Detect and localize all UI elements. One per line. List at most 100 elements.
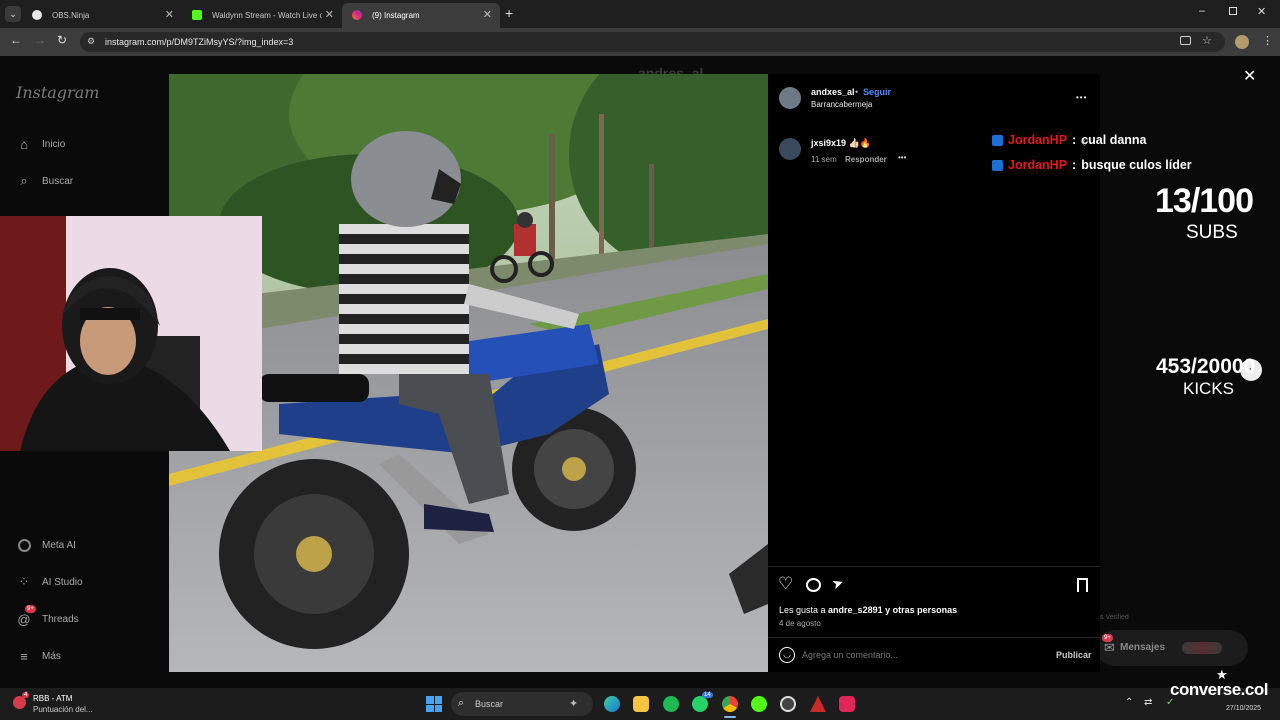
taskbar-search-box[interactable]: ⌕ Buscar ✦ <box>451 692 593 716</box>
chat-username: JordanHP <box>1008 158 1068 172</box>
chat-message: busque culos líder <box>1081 158 1192 172</box>
kicks-goal-label: KICKS <box>1183 379 1235 398</box>
meta-ai-icon <box>16 537 32 553</box>
chat-separator: : <box>1072 158 1077 172</box>
ai-studio-icon: ⁘ <box>18 574 30 589</box>
browser-tab-bar: ⌄ OBS.Ninja ✕ Waldynn Stream - Watch Liv… <box>0 0 1280 28</box>
tab-instagram[interactable]: (9) Instagram ✕ <box>342 3 500 28</box>
browser-menu-icon[interactable]: ⋮ <box>1262 34 1273 47</box>
publish-button[interactable]: Publicar <box>1056 650 1092 660</box>
notification-widget[interactable]: 4 RBB - ATM Puntuación del... <box>10 691 120 717</box>
whatsapp-icon[interactable] <box>692 696 708 712</box>
chat-separator: : <box>1072 133 1077 147</box>
chat-username: JordanHP <box>1008 133 1068 147</box>
site-info-icon[interactable]: ⚙ <box>87 36 95 47</box>
follow-button[interactable]: Seguir <box>863 87 891 97</box>
menu-icon: ≡ <box>20 648 28 664</box>
comment-bubble-icon[interactable] <box>806 578 821 592</box>
kicks-goal-value: 453/20000 <box>1156 355 1256 378</box>
commenter-username[interactable]: jxsi9x19 <box>811 138 846 148</box>
new-tab-button[interactable]: + <box>505 5 513 21</box>
comment-more-icon[interactable]: ••• <box>898 153 906 162</box>
tab-list-dropdown-button[interactable]: ⌄ <box>5 6 21 22</box>
reload-icon[interactable]: ↻ <box>57 33 67 47</box>
home-icon: ⌂ <box>20 136 28 152</box>
likes-suffix: y otras personas <box>882 605 958 615</box>
chrome-icon[interactable] <box>722 696 738 712</box>
notification-badge: 4 <box>22 692 30 698</box>
webcam-feed <box>0 216 262 451</box>
comment-text-row: jxsi9x19 👍🏻🔥 <box>811 138 871 149</box>
restore-icon[interactable] <box>1229 7 1237 15</box>
url-text: instagram.com/p/DM9TZiMsyYS/?img_index=3 <box>105 37 294 47</box>
threads-badge: 9+ <box>25 605 36 613</box>
likes-user[interactable]: andre_s2891 <box>828 605 883 615</box>
tab-obs-ninja[interactable]: OBS.Ninja ✕ <box>22 3 182 28</box>
tiktok-icon[interactable] <box>839 696 855 712</box>
sidebar-item-label: Buscar <box>42 175 74 187</box>
likes-summary: Les gusta a andre_s2891 y otras personas <box>779 605 957 615</box>
like-heart-icon[interactable]: ♡ <box>778 574 793 594</box>
comment-text: 👍🏻🔥 <box>848 138 871 148</box>
edge-icon[interactable] <box>604 696 620 712</box>
tray-app-icon[interactable]: ⇄ <box>1144 697 1152 708</box>
comment-input[interactable] <box>802 648 1042 662</box>
sidebar-item-label: Inicio <box>42 138 66 150</box>
brand-star-icon: ★ <box>1216 667 1228 682</box>
close-modal-icon[interactable]: ✕ <box>1243 66 1256 86</box>
sidebar-item-ai-studio[interactable]: ⁘ AI Studio <box>16 574 83 590</box>
post-location[interactable]: Barrancabermeja <box>811 100 872 109</box>
emoji-icon[interactable]: ◡ <box>779 647 795 663</box>
bookmark-star-icon[interactable]: ☆ <box>1202 34 1212 47</box>
browser-toolbar: ← → ↻ ⚙ instagram.com/p/DM9TZiMsyYS/?img… <box>0 28 1280 56</box>
messages-avatars <box>1182 642 1222 654</box>
likes-prefix: Les gusta a <box>779 605 829 615</box>
close-tab-icon[interactable]: ✕ <box>483 8 492 21</box>
minimize-icon[interactable]: – <box>1199 5 1205 17</box>
kick-app-icon[interactable] <box>751 696 767 712</box>
stream-chat-message: JordanHP : cual danna <box>992 133 1147 147</box>
author-username[interactable]: andxes_al <box>811 87 855 97</box>
more-options-icon[interactable]: ••• <box>1076 93 1087 102</box>
comment-reply-button[interactable]: Responder <box>845 155 887 164</box>
tab-kick-stream[interactable]: Waldynn Stream - Watch Live o ✕ <box>182 3 342 28</box>
messages-bar[interactable]: ✉ 9+ Mensajes <box>1096 630 1248 666</box>
taskbar-search-placeholder: Buscar <box>475 699 504 709</box>
close-tab-icon[interactable]: ✕ <box>165 8 174 21</box>
subs-goal-label: SUBS <box>1186 222 1238 243</box>
sidebar-item-buscar[interactable]: ⌕ Buscar <box>16 173 73 189</box>
messages-label: Mensajes <box>1120 642 1166 653</box>
share-send-icon[interactable]: ➤ <box>829 574 846 594</box>
back-icon[interactable]: ← <box>10 33 22 47</box>
windows-start-icon[interactable] <box>426 696 442 712</box>
sidebar-item-inicio[interactable]: ⌂ Inicio <box>16 136 65 152</box>
install-app-icon[interactable] <box>1180 36 1191 45</box>
close-tab-icon[interactable]: ✕ <box>325 8 334 21</box>
obs-icon[interactable] <box>780 696 796 712</box>
commenter-avatar[interactable] <box>779 138 801 160</box>
kick-badge-icon <box>992 159 1003 171</box>
taskbar-date: 27/10/2025 <box>1226 705 1262 712</box>
tray-chevron-icon[interactable]: ⌃ <box>1125 697 1133 708</box>
autodesk-icon[interactable] <box>810 696 826 712</box>
close-window-icon[interactable]: ✕ <box>1257 5 1266 18</box>
sidebar-item-meta-ai[interactable]: Meta AI <box>16 537 76 553</box>
threads-icon: @9+ <box>17 605 36 627</box>
search-icon: ⌕ <box>20 173 28 188</box>
instagram-logo[interactable]: Instagram <box>16 83 99 102</box>
spotify-icon[interactable] <box>663 696 679 712</box>
messages-icon: ✉ <box>1104 640 1115 655</box>
profile-avatar[interactable] <box>1235 35 1249 49</box>
whatsapp-badge: 14 <box>702 692 713 698</box>
notification-subtitle: Puntuación del... <box>33 705 93 714</box>
author-avatar[interactable] <box>779 87 801 109</box>
save-bookmark-icon[interactable] <box>1077 578 1088 592</box>
address-bar[interactable]: ⚙ instagram.com/p/DM9TZiMsyYS/?img_index… <box>80 32 1225 52</box>
obs-ninja-icon <box>32 10 42 20</box>
sidebar-item-label: Threads <box>42 613 79 625</box>
kick-badge-icon <box>992 134 1003 146</box>
sidebar-item-threads[interactable]: @9+ Threads <box>16 605 79 627</box>
forward-icon[interactable]: → <box>34 33 46 47</box>
sidebar-item-mas[interactable]: ≡ Más <box>16 648 61 664</box>
file-explorer-icon[interactable] <box>633 696 649 712</box>
